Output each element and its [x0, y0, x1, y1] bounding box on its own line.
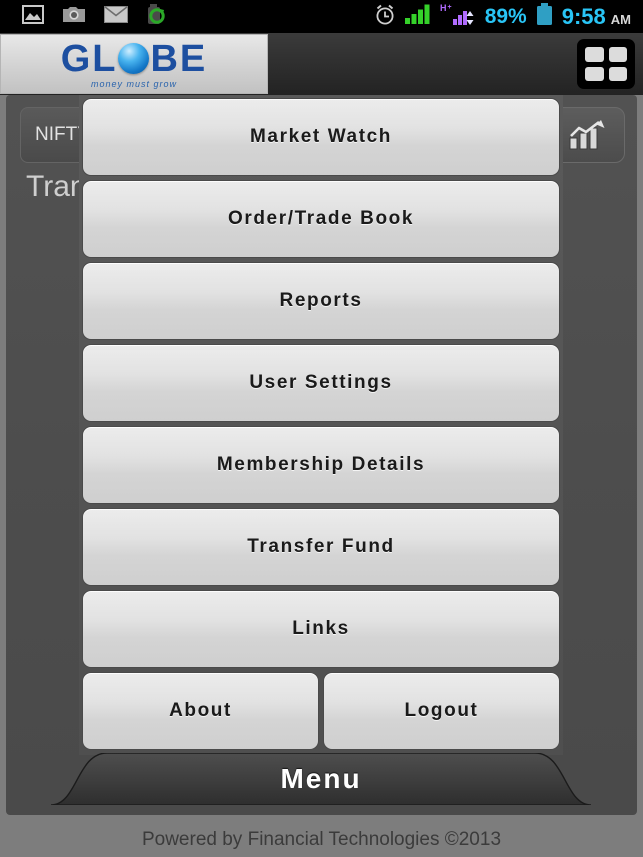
logo-text-left: GL — [60, 37, 118, 80]
status-bar: H + 89% 9:58 AM — [0, 0, 643, 33]
app-header: GL BE money must grow — [0, 33, 643, 95]
gallery-icon — [22, 4, 44, 29]
menu-item-user-settings[interactable]: User Settings — [82, 344, 560, 422]
menu-item-logout[interactable]: Logout — [323, 672, 560, 750]
logo-wordmark: GL BE — [61, 40, 208, 78]
footer-text: Powered by Financial Technologies ©2013 — [141, 828, 502, 850]
clock-time: 9:58 — [561, 3, 606, 29]
alarm-clock-icon — [374, 4, 396, 30]
menu-item-about[interactable]: About — [82, 672, 319, 750]
menu-item-transfer-fund[interactable]: Transfer Fund — [82, 508, 560, 586]
footer: Powered by Financial Technologies ©2013 — [0, 822, 643, 857]
status-bar-right-indicators: H + 89% 9:58 AM — [374, 3, 643, 30]
menu-tab[interactable]: Menu — [51, 753, 591, 805]
svg-text:H: H — [440, 3, 447, 13]
logo-text-right: BE — [150, 37, 208, 80]
menu-overlay-panel: Market Watch Order/Trade Book Reports Us… — [79, 95, 563, 755]
email-icon — [104, 5, 128, 28]
signal-bars-icon — [404, 4, 431, 29]
menu-item-order-trade-book[interactable]: Order/Trade Book — [82, 180, 560, 258]
status-bar-left-icons — [0, 3, 166, 30]
grid-cell-icon — [585, 66, 604, 81]
grid-cell-icon — [608, 47, 627, 62]
grid-cell-icon — [608, 66, 627, 81]
battery-percent: 89% — [484, 4, 527, 28]
grid-cell-icon — [585, 47, 604, 62]
battery-icon — [536, 3, 553, 30]
camera-icon — [62, 5, 86, 29]
menu-item-links[interactable]: Links — [82, 590, 560, 668]
menu-item-membership-details[interactable]: Membership Details — [82, 426, 560, 504]
app-logo: GL BE money must grow — [0, 34, 268, 94]
svg-text:+: + — [447, 4, 451, 11]
clock-ampm: AM — [610, 12, 631, 27]
apps-grid-button[interactable] — [577, 39, 635, 89]
menu-item-reports[interactable]: Reports — [82, 262, 560, 340]
logo-tagline: money must grow — [90, 78, 178, 89]
menu-bottom-row: About Logout — [82, 672, 560, 754]
globe-sphere-icon — [118, 43, 150, 74]
sync-icon — [146, 3, 166, 30]
chart-trend-icon — [569, 120, 605, 150]
menu-tab-label: Menu — [280, 763, 362, 794]
menu-item-market-watch[interactable]: Market Watch — [82, 98, 560, 176]
hplus-data-icon: H + — [440, 3, 476, 30]
